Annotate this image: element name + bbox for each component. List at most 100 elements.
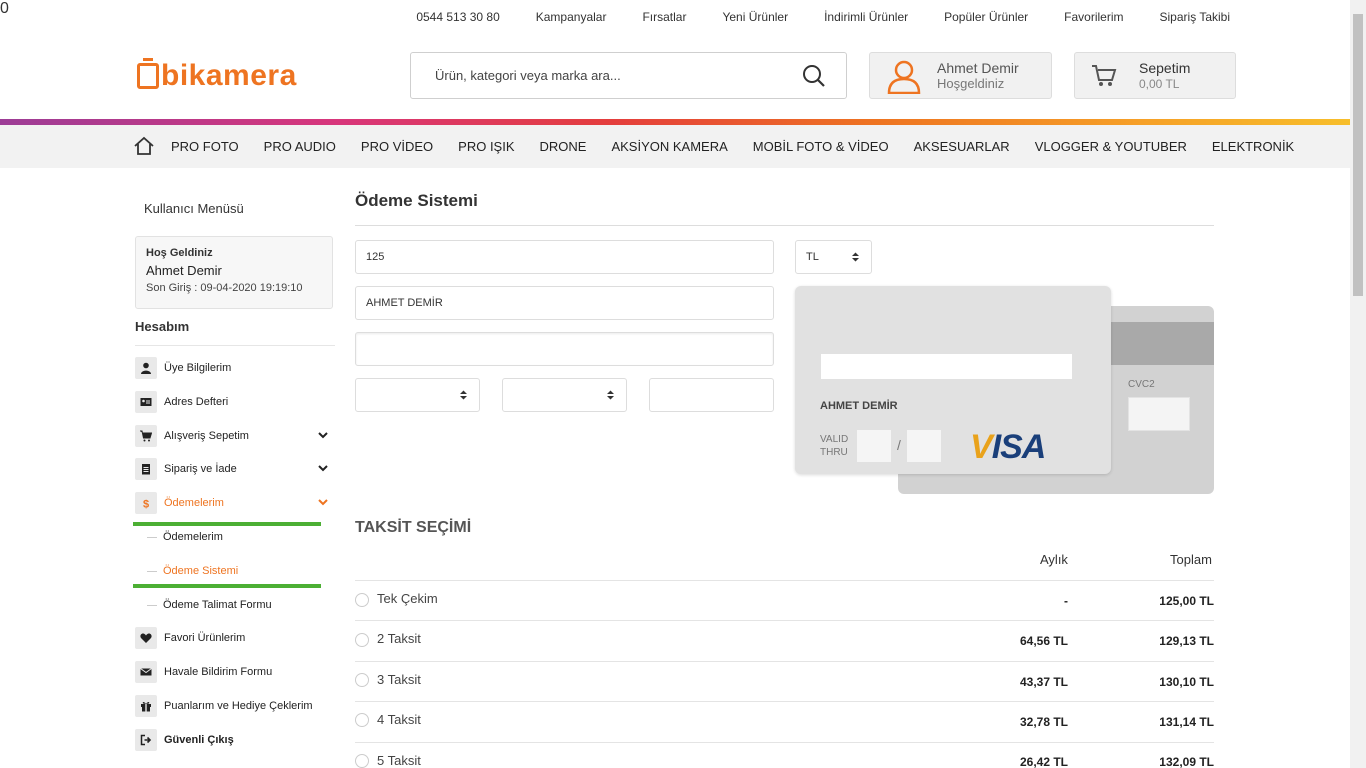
select-arrows-icon — [607, 390, 614, 400]
visa-logo-icon: VISA — [970, 428, 1046, 466]
sidebar-item-favori-urunlerim[interactable]: Favori Ürünlerim — [135, 627, 245, 649]
sidebar-item-odemelerim[interactable]: $ Ödemelerim — [135, 492, 224, 514]
nav-drone[interactable]: DRONE — [540, 139, 587, 154]
cardholder-input[interactable]: AHMET DEMİR — [355, 286, 774, 320]
welcome-box: Hoş Geldiniz Ahmet Demir Son Giriş : 09-… — [135, 236, 333, 309]
row-divider — [355, 620, 1214, 621]
sidebar-item-label: Üye Bilgilerim — [164, 362, 232, 374]
campaigns-link[interactable]: Kampanyalar — [536, 10, 607, 24]
card-holder-preview: AHMET DEMİR — [820, 400, 898, 412]
popular-link[interactable]: Popüler Ürünler — [944, 10, 1028, 24]
user-account-button[interactable]: Ahmet Demir Hoşgeldiniz — [869, 52, 1052, 99]
sidebar-item-label: Favori Ürünlerim — [164, 632, 246, 644]
installment-monthly: 32,78 TL — [1019, 715, 1068, 729]
new-products-link[interactable]: Yeni Ürünler — [722, 10, 788, 24]
account-title: Hesabım — [135, 319, 190, 334]
logo[interactable]: bikamera — [137, 56, 297, 96]
sidebar-item-uye-bilgilerim[interactable]: Üye Bilgilerim — [135, 357, 231, 379]
clipboard-icon — [135, 458, 157, 480]
expiry-month-select[interactable] — [355, 378, 480, 412]
nav-aksiyon-kamera[interactable]: AKSİYON KAMERA — [611, 139, 727, 154]
deals-link[interactable]: Fırsatlar — [642, 10, 686, 24]
welcome-label: Hoş Geldiniz — [146, 247, 213, 259]
nav-elektronik[interactable]: ELEKTRONİK — [1212, 139, 1294, 154]
expiry-month-preview — [857, 430, 891, 462]
sidebar-item-label: Sipariş ve İade — [164, 463, 237, 475]
valid-thru-label: VALID THRU — [820, 434, 849, 458]
sidebar-item-havale-bildirim[interactable]: Havale Bildirim Formu — [135, 661, 272, 683]
sign-out-icon — [135, 729, 157, 751]
home-icon[interactable] — [134, 136, 154, 156]
cart-icon — [135, 425, 157, 447]
scrollbar-thumb[interactable] — [1353, 14, 1363, 296]
sidebar-item-siparis-iade[interactable]: Sipariş ve İade — [135, 458, 237, 480]
nav-pro-video[interactable]: PRO VİDEO — [361, 139, 433, 154]
card-number-input[interactable] — [355, 332, 774, 366]
installment-monthly: - — [1064, 594, 1068, 608]
row-divider — [355, 580, 1214, 581]
sidebar-item-guvenli-cikis[interactable]: Güvenli Çıkış — [135, 729, 234, 751]
page-scrollbar[interactable] — [1350, 0, 1366, 768]
cart-button[interactable]: Sepetim 0,00 TL — [1074, 52, 1236, 99]
installment-radio[interactable] — [355, 633, 369, 647]
page-title: Ödeme Sistemi — [355, 191, 478, 210]
cvc-preview — [1128, 397, 1190, 431]
monthly-column-header: Aylık — [1040, 552, 1068, 567]
sidebar-item-label: Güvenli Çıkış — [164, 734, 234, 746]
logo-text: bikamera — [161, 59, 297, 92]
chevron-down-icon[interactable] — [318, 463, 328, 473]
nav-vlogger-youtuber[interactable]: VLOGGER & YOUTUBER — [1035, 139, 1187, 154]
sidebar-item-label: Alışveriş Sepetim — [164, 430, 249, 442]
installment-monthly: 64,56 TL — [1019, 634, 1068, 648]
sidebar-item-label: Adres Defteri — [164, 396, 229, 408]
sidebar-item-adres-defteri[interactable]: Adres Defteri — [135, 391, 228, 413]
cvc-input[interactable] — [649, 378, 774, 412]
nav-pro-isik[interactable]: PRO IŞIK — [458, 139, 514, 154]
cart-icon — [1092, 64, 1117, 86]
heart-icon — [135, 627, 157, 649]
order-tracking-link[interactable]: Sipariş Takibi — [1160, 10, 1230, 24]
submenu-odeme-sistemi[interactable]: Ödeme Sistemi — [163, 565, 238, 577]
total-column-header: Toplam — [1170, 552, 1212, 567]
nav-pro-audio[interactable]: PRO AUDIO — [264, 139, 336, 154]
installment-label[interactable]: 3 Taksit — [377, 672, 421, 687]
installments-title: TAKSİT SEÇİMİ — [355, 519, 472, 536]
installment-total: 132,09 TL — [1159, 755, 1214, 768]
gift-icon — [135, 695, 157, 717]
nav-aksesuarlar[interactable]: AKSESUARLAR — [914, 139, 1010, 154]
installment-radio[interactable] — [355, 673, 369, 687]
submenu-odeme-talimat-formu[interactable]: Ödeme Talimat Formu — [163, 599, 272, 611]
search-input[interactable] — [435, 68, 795, 83]
installment-radio[interactable] — [355, 713, 369, 727]
chevron-down-icon[interactable] — [318, 497, 328, 507]
currency-select[interactable]: TL — [795, 240, 872, 274]
row-divider — [355, 742, 1214, 743]
discounted-link[interactable]: İndirimli Ürünler — [824, 10, 908, 24]
sidebar-item-label: Havale Bildirim Formu — [164, 666, 273, 678]
address-card-icon — [135, 391, 157, 413]
installment-total: 129,13 TL — [1159, 634, 1214, 648]
search-icon[interactable] — [802, 64, 826, 88]
installment-label[interactable]: 4 Taksit — [377, 712, 421, 727]
installment-label[interactable]: 5 Taksit — [377, 753, 421, 768]
nav-pro-foto[interactable]: PRO FOTO — [171, 139, 239, 154]
sidebar-item-alisveris-sepetim[interactable]: Alışveriş Sepetim — [135, 425, 249, 447]
expiry-year-select[interactable] — [502, 378, 627, 412]
expiry-slash: / — [897, 437, 901, 453]
installment-label[interactable]: Tek Çekim — [377, 591, 438, 606]
nav-mobil-foto-video[interactable]: MOBİL FOTO & VİDEO — [753, 139, 889, 154]
favorites-link[interactable]: Favorilerim — [1064, 10, 1123, 24]
select-arrows-icon — [460, 390, 467, 400]
sidebar-item-puanlarim[interactable]: Puanlarım ve Hediye Çeklerim — [135, 695, 313, 717]
installment-radio[interactable] — [355, 754, 369, 768]
active-indicator — [133, 522, 321, 526]
phone-link[interactable]: 0544 513 30 80 — [416, 10, 499, 24]
amount-input[interactable]: 125 — [355, 240, 774, 274]
installment-label[interactable]: 2 Taksit — [377, 631, 421, 646]
user-icon — [887, 60, 921, 94]
submenu-odemelerim[interactable]: Ödemelerim — [163, 531, 223, 543]
svg-text:$: $ — [143, 499, 149, 510]
installment-radio[interactable] — [355, 593, 369, 607]
sidebar-title: Kullanıcı Menüsü — [144, 201, 244, 216]
chevron-down-icon[interactable] — [318, 430, 328, 440]
